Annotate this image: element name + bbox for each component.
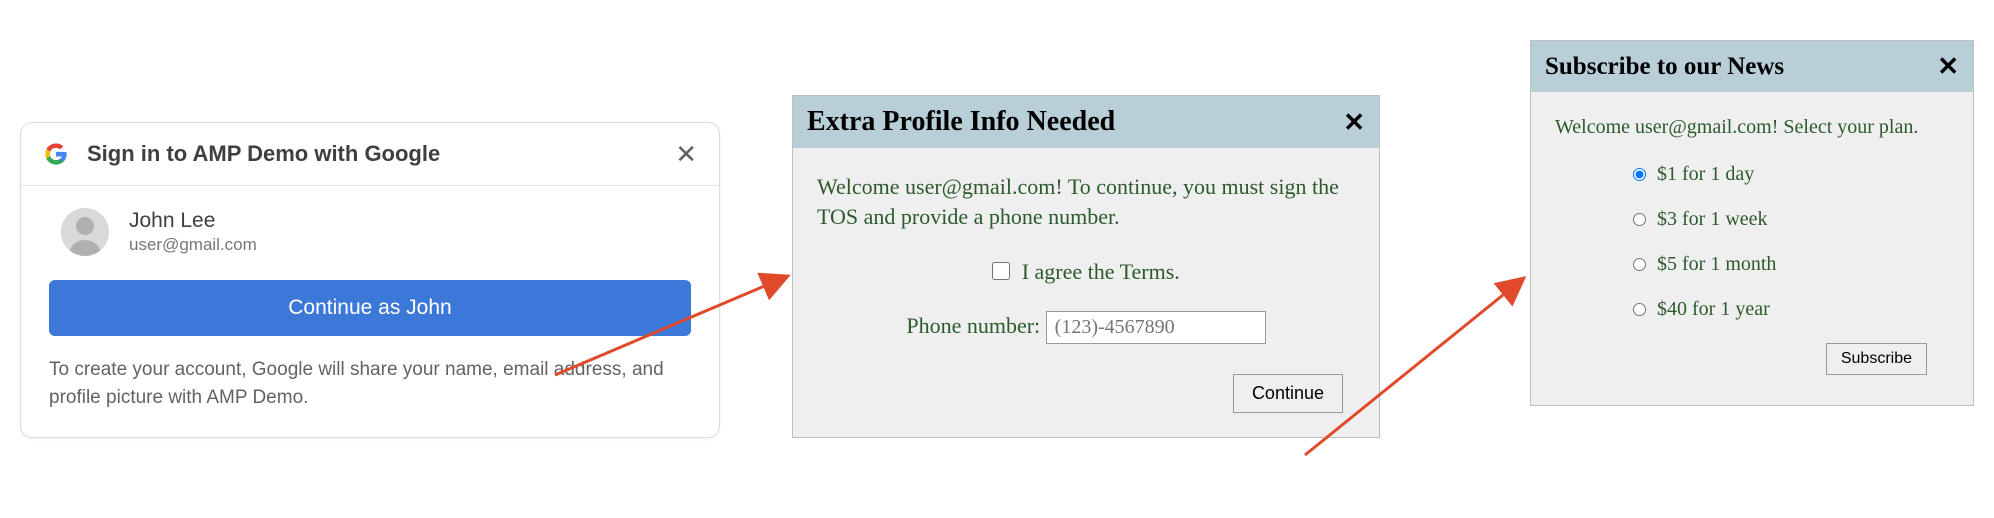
terms-label: I agree the Terms. (1022, 259, 1180, 284)
plan-radio-1[interactable] (1633, 213, 1646, 226)
continue-as-button[interactable]: Continue as John (49, 280, 691, 336)
google-logo-icon (43, 141, 69, 167)
close-icon[interactable]: ✕ (1343, 107, 1365, 138)
profile-continue-button[interactable]: Continue (1233, 374, 1343, 413)
plan-option[interactable]: $5 for 1 month (1633, 253, 1949, 276)
plan-list: $1 for 1 day $3 for 1 week $5 for 1 mont… (1555, 163, 1949, 321)
subscribe-dialog-header: Subscribe to our News ✕ (1531, 41, 1973, 92)
subscribe-dialog: Subscribe to our News ✕ Welcome user@gma… (1530, 40, 1974, 406)
google-card-title: Sign in to AMP Demo with Google (87, 141, 675, 167)
disclosure-text: To create your account, Google will shar… (49, 356, 691, 411)
plan-label: $40 for 1 year (1657, 298, 1770, 320)
subscribe-dialog-body: Welcome user@gmail.com! Select your plan… (1531, 92, 1973, 405)
subscribe-button[interactable]: Subscribe (1826, 343, 1927, 375)
avatar (61, 208, 109, 256)
plan-radio-2[interactable] (1633, 258, 1646, 271)
subscribe-welcome-text: Welcome user@gmail.com! Select your plan… (1555, 116, 1949, 139)
google-card-body: John Lee user@gmail.com Continue as John… (21, 186, 719, 437)
plan-option[interactable]: $1 for 1 day (1633, 163, 1949, 186)
terms-label-wrapper[interactable]: I agree the Terms. (992, 259, 1180, 284)
plan-option[interactable]: $3 for 1 week (1633, 208, 1949, 231)
google-card-header: Sign in to AMP Demo with Google ✕ (21, 123, 719, 186)
plan-option[interactable]: $40 for 1 year (1633, 298, 1949, 321)
terms-checkbox[interactable] (992, 262, 1010, 280)
profile-dialog-header: Extra Profile Info Needed ✕ (793, 96, 1379, 148)
plan-label: $1 for 1 day (1657, 163, 1754, 185)
subscribe-dialog-title: Subscribe to our News (1545, 53, 1937, 81)
google-signin-card: Sign in to AMP Demo with Google ✕ John L… (20, 122, 720, 438)
close-icon[interactable]: ✕ (675, 141, 697, 167)
phone-label: Phone number: (906, 313, 1045, 338)
plan-label: $5 for 1 month (1657, 253, 1776, 275)
profile-dialog-title: Extra Profile Info Needed (807, 106, 1343, 138)
profile-dialog-body: Welcome user@gmail.com! To continue, you… (793, 148, 1379, 437)
user-email: user@gmail.com (129, 235, 257, 255)
phone-input[interactable] (1046, 311, 1266, 344)
close-icon[interactable]: ✕ (1937, 51, 1959, 82)
plan-radio-0[interactable] (1633, 168, 1646, 181)
profile-welcome-text: Welcome user@gmail.com! To continue, you… (817, 172, 1355, 231)
extra-profile-dialog: Extra Profile Info Needed ✕ Welcome user… (792, 95, 1380, 438)
user-name: John Lee (129, 209, 257, 233)
user-row[interactable]: John Lee user@gmail.com (49, 208, 691, 256)
plan-label: $3 for 1 week (1657, 208, 1768, 230)
plan-radio-3[interactable] (1633, 303, 1646, 316)
